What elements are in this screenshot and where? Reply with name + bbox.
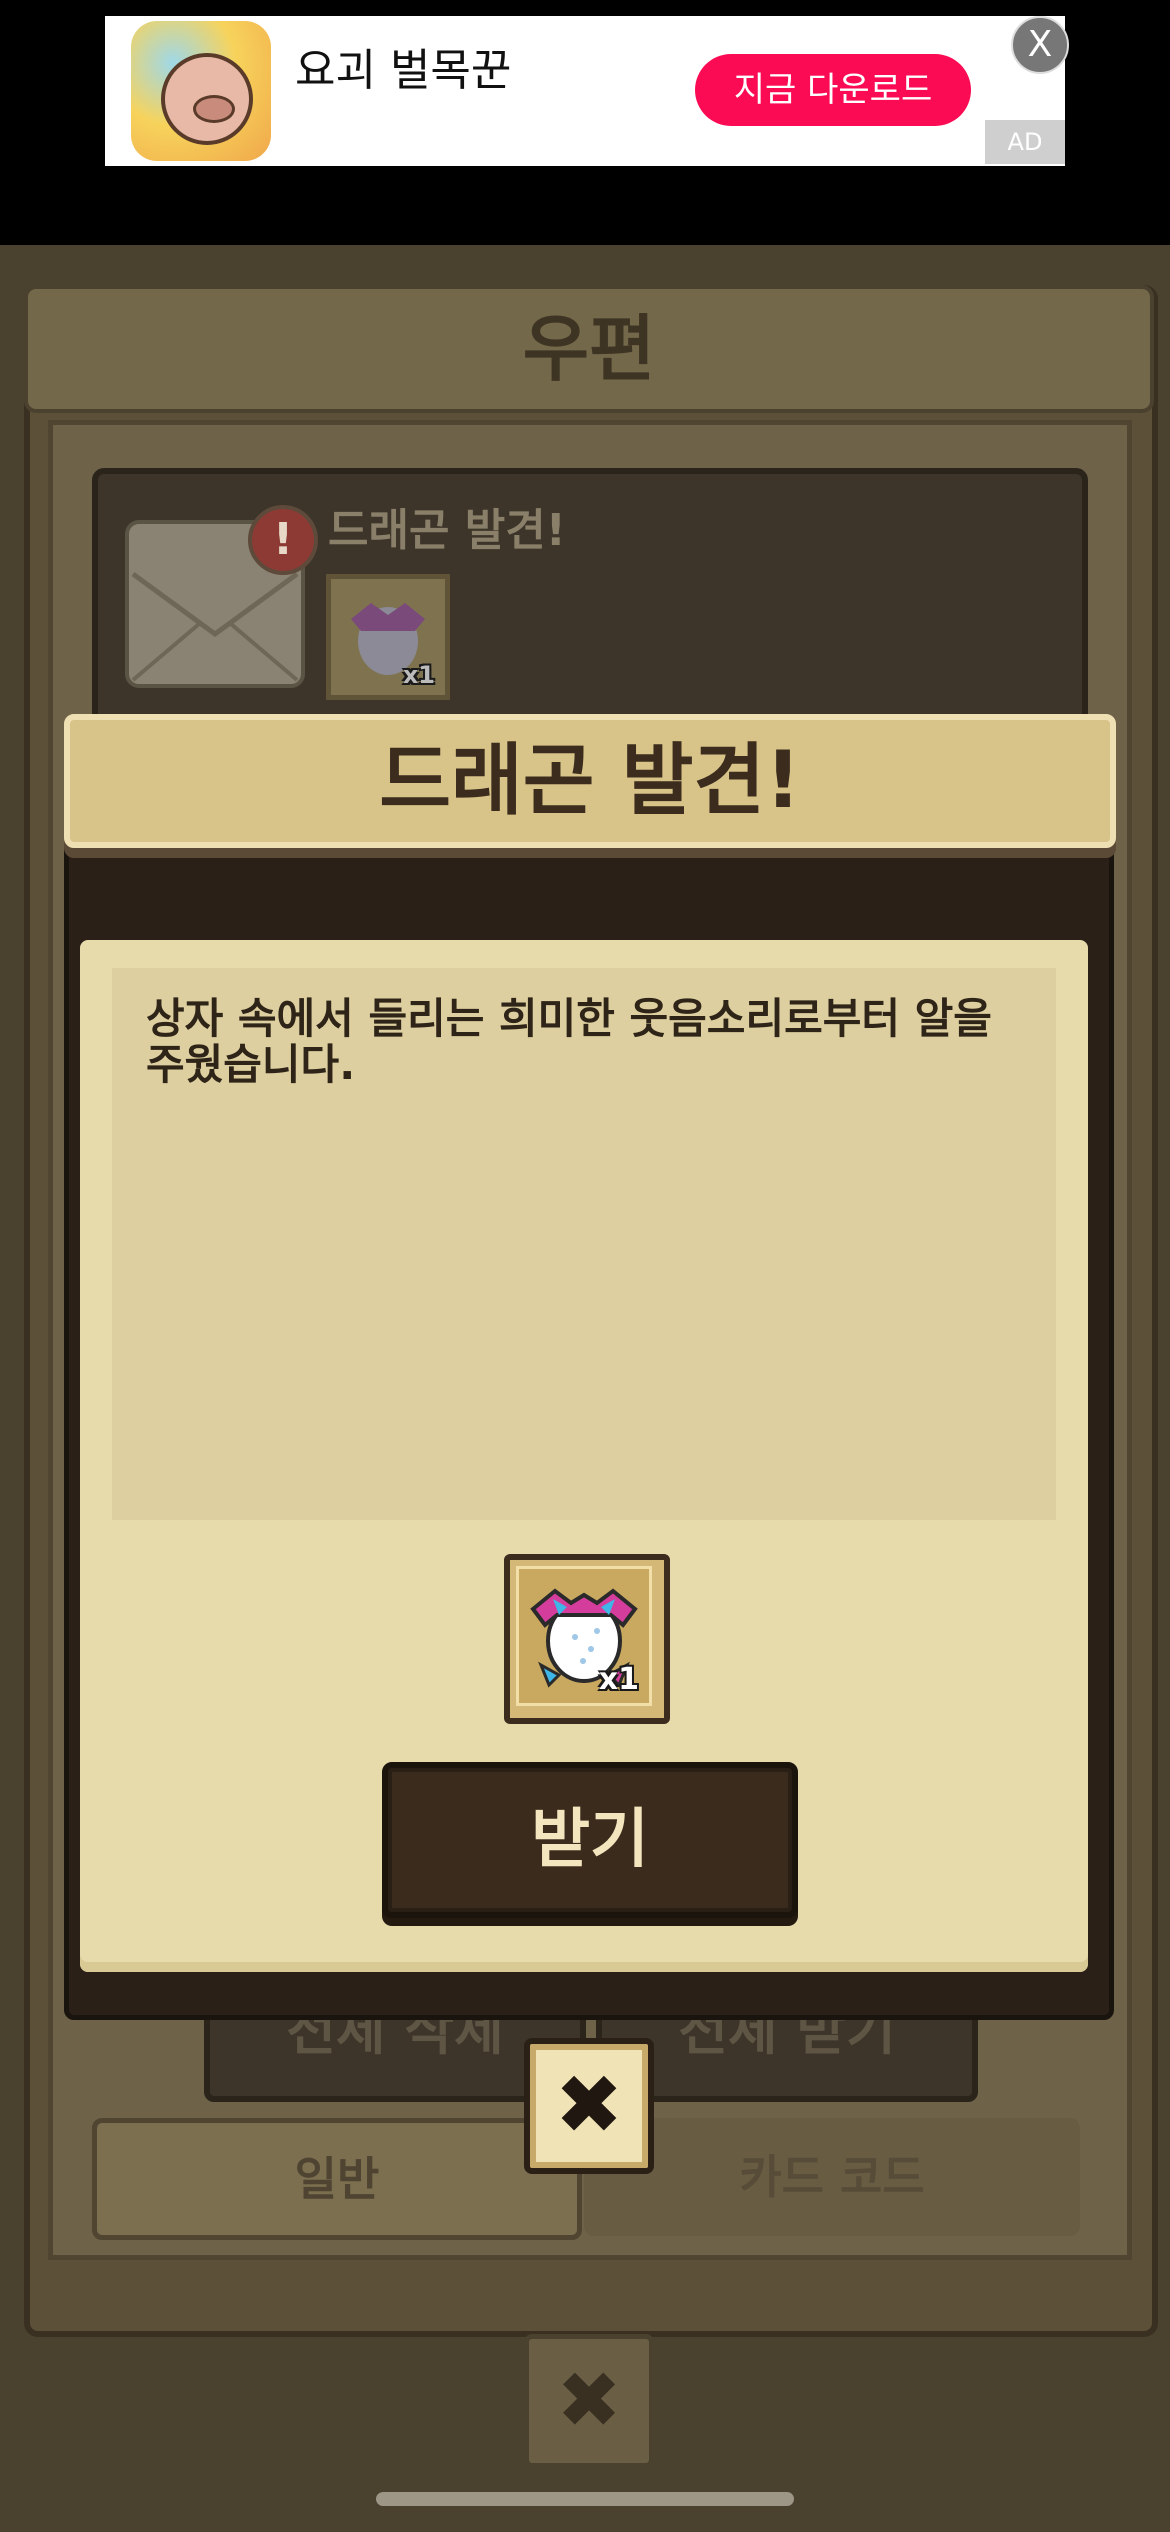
modal-title: 드래곤 발견! xyxy=(379,736,801,826)
mail-item-reward-qty: x1 xyxy=(402,661,435,689)
modal-close-button[interactable]: ✖ xyxy=(524,2038,654,2174)
reward-slot: x1 xyxy=(504,1554,670,1724)
mail-item-reward-icon: x1 xyxy=(326,574,450,700)
reward-qty: x1 xyxy=(598,1662,639,1697)
close-icon: ✖ xyxy=(554,2058,624,2153)
reward-inner: x1 xyxy=(516,1566,652,1706)
alert-icon: ! xyxy=(248,505,318,575)
mailbox-header: 우편 xyxy=(24,285,1154,413)
receive-button[interactable]: 받기 xyxy=(382,1762,798,1918)
home-indicator xyxy=(376,2492,794,2506)
ad-close-button[interactable]: X xyxy=(1011,16,1069,74)
ad-app-icon[interactable] xyxy=(131,21,271,161)
tab-general[interactable]: 일반 xyxy=(92,2118,582,2240)
message-text: 상자 속에서 들리는 희미한 웃음소리로부터 알을 주웠습니다. xyxy=(146,994,992,1089)
ad-banner[interactable]: 요괴 벌목꾼 지금 다운로드 X AD xyxy=(105,16,1069,166)
message-box: 상자 속에서 들리는 희미한 웃음소리로부터 알을 주웠습니다. xyxy=(112,968,1056,1520)
mailbox-close-button[interactable]: ✖ xyxy=(524,2334,654,2468)
ad-badge: AD xyxy=(985,120,1065,164)
ad-download-button[interactable]: 지금 다운로드 xyxy=(695,54,971,126)
receive-button-label: 받기 xyxy=(531,1803,649,1877)
mailbox-title: 우편 xyxy=(522,307,656,391)
tab-card-code[interactable]: 카드 코드 xyxy=(584,2118,1080,2236)
ad-badge-label: AD xyxy=(1007,128,1043,156)
modal-header: 드래곤 발견! xyxy=(64,714,1116,848)
boar-snout xyxy=(193,95,235,123)
mail-item-title: 드래곤 발견! xyxy=(328,505,566,556)
ad-app-name: 요괴 벌목꾼 xyxy=(295,45,512,96)
